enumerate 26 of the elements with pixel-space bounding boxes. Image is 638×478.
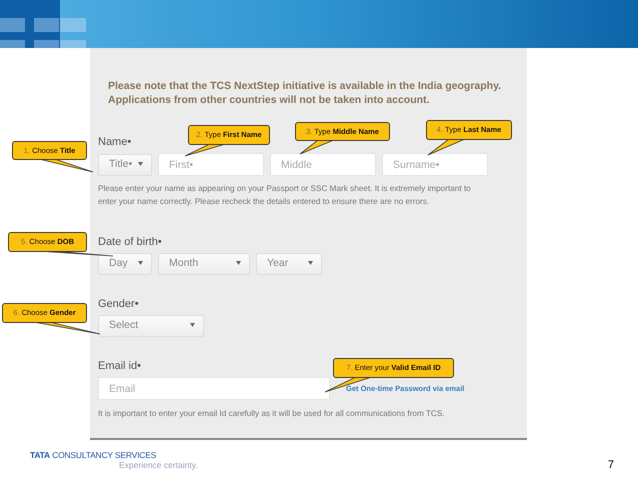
input-field[interactable]: Surname• bbox=[382, 153, 488, 176]
help-text: Please enter your name as appearing on your Passport or SSC Mark sheet. It is extremely important to enter your name correctly. Please recheck the details entered to ensure there are no errors. bbox=[98, 183, 472, 208]
help-text: It is important to enter your email Id carefully as it will be used for all communications from TCS. bbox=[98, 408, 446, 420]
field-label: Email id• bbox=[98, 359, 141, 373]
field-label: Gender• bbox=[98, 297, 139, 311]
caret-icon bbox=[308, 261, 313, 265]
input-field[interactable]: Email bbox=[98, 377, 330, 400]
brand-name: TATA CONSULTANCY SERVICES bbox=[30, 450, 158, 460]
input-field[interactable]: First• bbox=[158, 153, 264, 176]
squares-icon bbox=[0, 0, 86, 48]
field-label: Name• bbox=[98, 135, 132, 149]
notice-text: Applications from other countries will not be taken into account. bbox=[108, 93, 430, 107]
dropdown[interactable]: Select bbox=[98, 315, 204, 337]
dropdown[interactable]: Month bbox=[158, 253, 250, 275]
field-label: Date of birth• bbox=[98, 235, 162, 249]
dropdown[interactable]: Year bbox=[256, 253, 322, 275]
caret-icon bbox=[190, 323, 195, 327]
input-field[interactable]: Middle bbox=[270, 153, 376, 176]
dropdown[interactable]: Title• bbox=[98, 154, 152, 176]
dropdown[interactable]: Day bbox=[98, 253, 152, 275]
page-number: 7 bbox=[608, 459, 614, 471]
tagline: Experience certainty. bbox=[119, 460, 198, 470]
caret-icon bbox=[138, 261, 143, 265]
caret-icon bbox=[138, 162, 143, 166]
caret-icon bbox=[236, 261, 241, 265]
notice-text: Please note that the TCS NextStep initiative is available in the India geography. bbox=[108, 79, 502, 93]
